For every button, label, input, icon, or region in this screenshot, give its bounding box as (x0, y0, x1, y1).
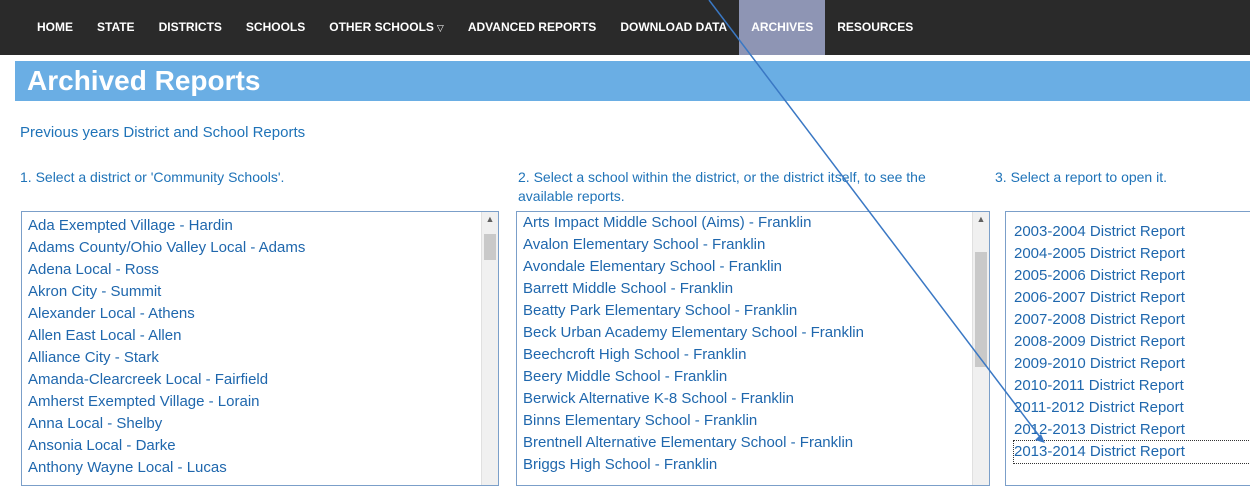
district-list-item[interactable]: Anthony Wayne Local - Lucas (28, 457, 498, 479)
nav-resources[interactable]: RESOURCES (825, 0, 925, 55)
district-list-item[interactable]: Amanda-Clearcreek Local - Fairfield (28, 369, 498, 391)
nav-item-label: STATE (97, 20, 135, 34)
report-list-item[interactable]: 2007-2008 District Report (1014, 309, 1250, 331)
nav-download-data[interactable]: DOWNLOAD DATA (608, 0, 739, 55)
page-subtitle: Previous years District and School Repor… (20, 124, 306, 141)
top-navigation: HOME STATE DISTRICTS SCHOOLS OTHER SCHOOLS ▽ A… (0, 0, 1250, 55)
district-list-item[interactable]: Alliance City - Stark (28, 347, 498, 369)
report-list-item[interactable]: 2008-2009 District Report (1014, 331, 1250, 353)
district-list-item[interactable]: Adams County/Ohio Valley Local - Adams (28, 237, 498, 259)
district-list-item[interactable]: Alexander Local - Athens (28, 303, 498, 325)
report-list-item[interactable]: 2011-2012 District Report (1014, 397, 1250, 419)
report-listbox[interactable]: 2003-2004 District Report 2004-2005 Distr… (1005, 211, 1250, 486)
nav-archives[interactable]: ARCHIVES (739, 0, 826, 55)
nav-item-label: DISTRICTS (158, 20, 222, 34)
school-list-item[interactable]: Barrett Middle School - Franklin (523, 278, 989, 300)
district-scrollbar[interactable]: ▲ (481, 212, 498, 485)
nav-item-label: HOME (37, 20, 73, 34)
nav-schools[interactable]: SCHOOLS (234, 0, 317, 55)
nav-state[interactable]: STATE (85, 0, 147, 55)
district-list-item[interactable]: Ada Exempted Village - Hardin (28, 215, 498, 237)
nav-item-label: SCHOOLS (245, 20, 306, 34)
school-list-item[interactable]: Beck Urban Academy Elementary School - F… (523, 322, 989, 344)
nav-other-schools[interactable]: OTHER SCHOOLS ▽ (317, 0, 456, 55)
report-list-item[interactable]: 2004-2005 District Report (1014, 243, 1250, 265)
scroll-thumb[interactable] (484, 234, 496, 260)
district-list-item[interactable]: Ansonia Local - Darke (28, 435, 498, 457)
district-list-item[interactable]: Adena Local - Ross (28, 259, 498, 281)
chevron-down-icon: ▽ (436, 23, 444, 33)
report-list-item[interactable]: 2012-2013 District Report (1014, 419, 1250, 441)
step-2-label: 2. Select a school within the district, … (518, 169, 926, 204)
report-list-item[interactable]: 2005-2006 District Report (1014, 265, 1250, 287)
district-list-item[interactable]: Anna Local - Shelby (28, 413, 498, 435)
scroll-up-icon[interactable]: ▲ (973, 214, 989, 224)
nav-item-label: RESOURCES (837, 20, 914, 34)
scroll-thumb[interactable] (975, 252, 987, 367)
district-list-item[interactable]: Amherst Exempted Village - Lorain (28, 391, 498, 413)
nav-item-label: ADVANCED REPORTS (467, 20, 597, 34)
report-list-item[interactable]: 2010-2011 District Report (1014, 375, 1250, 397)
school-list-item[interactable]: Briggs High School - Franklin (523, 454, 989, 476)
school-list-item[interactable]: Beatty Park Elementary School - Franklin (523, 300, 989, 322)
page-title: Archived Reports (27, 65, 261, 96)
district-list-item[interactable]: Akron City - Summit (28, 281, 498, 303)
school-list-item[interactable]: Binns Elementary School - Franklin (523, 410, 989, 432)
report-list-item[interactable]: 2006-2007 District Report (1014, 287, 1250, 309)
scroll-up-icon[interactable]: ▲ (482, 214, 498, 224)
nav-item-label: DOWNLOAD DATA (620, 20, 728, 34)
school-scrollbar[interactable]: ▲ (972, 212, 989, 485)
step-3-label: 3. Select a report to open it. (995, 169, 1167, 185)
nav-home[interactable]: HOME (25, 0, 85, 55)
school-list-item[interactable]: Avondale Elementary School - Franklin (523, 256, 989, 278)
district-list-item[interactable]: Allen East Local - Allen (28, 325, 498, 347)
district-listbox[interactable]: Ada Exempted Village - Hardin Adams Count… (21, 211, 499, 486)
nav-districts[interactable]: DISTRICTS (147, 0, 234, 55)
school-list-item[interactable]: Beechcroft High School - Franklin (523, 344, 989, 366)
school-list-item[interactable]: Berwick Alternative K-8 School - Frankli… (523, 388, 989, 410)
school-list-item[interactable]: Brentnell Alternative Elementary School … (523, 432, 989, 454)
nav-item-label: OTHER SCHOOLS (329, 20, 434, 34)
nav-item-label: ARCHIVES (751, 20, 814, 34)
report-list-item[interactable]: 2003-2004 District Report (1014, 221, 1250, 243)
step-1-label: 1. Select a district or 'Community Schoo… (20, 169, 285, 185)
school-listbox[interactable]: Arts Impact Middle School (Aims) - Frank… (516, 211, 990, 486)
page-banner: Archived Reports (15, 61, 1250, 101)
report-list-item[interactable]: 2009-2010 District Report (1014, 353, 1250, 375)
school-list-item[interactable]: Avalon Elementary School - Franklin (523, 234, 989, 256)
nav-advanced-reports[interactable]: ADVANCED REPORTS (456, 0, 608, 55)
report-list-item[interactable]: 2013-2014 District Report (1013, 440, 1250, 464)
school-list-item[interactable]: Beery Middle School - Franklin (523, 366, 989, 388)
school-list-item[interactable]: Arts Impact Middle School (Aims) - Frank… (523, 212, 989, 234)
